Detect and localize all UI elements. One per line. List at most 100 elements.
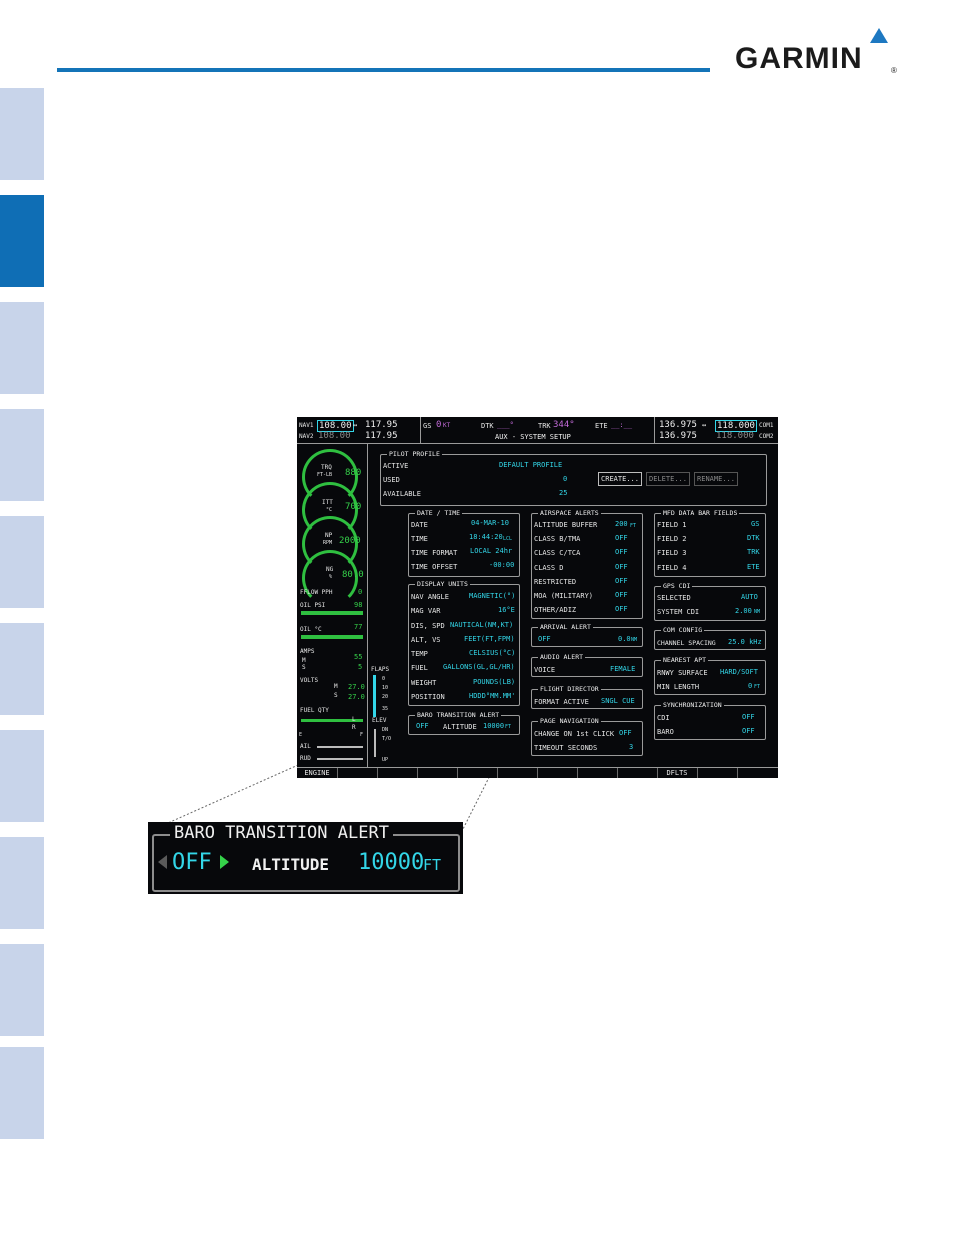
min-length-unit: FT <box>754 684 761 690</box>
data-bar-field-value[interactable]: DTK <box>747 534 760 542</box>
fuel-r-label: R <box>352 724 356 731</box>
sync-cdi-value[interactable]: OFF <box>742 713 755 721</box>
fd-format-value[interactable]: SNGL CUE <box>601 697 635 705</box>
change-click-value[interactable]: OFF <box>619 729 632 737</box>
timeout-value[interactable]: 3 <box>629 743 633 751</box>
fuel-f-label: F <box>360 732 364 738</box>
softkey-3[interactable] <box>377 768 418 778</box>
mfd-data-bar-title: MFD DATA BAR FIELDS <box>661 509 740 517</box>
volts-s-label: S <box>334 692 338 699</box>
data-bar-field-value[interactable]: GS <box>751 520 759 528</box>
cdi-selected-value[interactable]: AUTO <box>741 593 758 601</box>
synchronization-title: SYNCHRONIZATION <box>661 701 724 709</box>
min-length-value[interactable]: 0 <box>748 682 752 690</box>
nav2-label: NAV2 <box>299 433 314 440</box>
softkey-4[interactable] <box>417 768 458 778</box>
ail-trim-bar <box>317 746 363 748</box>
channel-spacing-value[interactable]: 25.0 kHz <box>728 638 762 646</box>
airspace-alerts-title: AIRSPACE ALERTS <box>538 509 601 517</box>
date-label: DATE <box>411 521 428 529</box>
alt-vs-value[interactable]: FEET(FT,FPM) <box>464 635 515 643</box>
engine-softkey[interactable]: ENGINE <box>297 768 338 778</box>
nav-angle-value[interactable]: MAGNETIC(°) <box>469 592 515 600</box>
data-bar-field-value[interactable]: ETE <box>747 563 760 571</box>
softkey-2[interactable] <box>337 768 378 778</box>
ete-label: ETE <box>595 422 608 430</box>
airspace-row-value[interactable]: OFF <box>615 548 628 556</box>
com2-active[interactable]: 136.975 <box>659 431 697 441</box>
trq-value: 880 <box>345 468 362 478</box>
fuel-unit-value[interactable]: GALLONS(GL,GL/HR) <box>443 663 515 671</box>
temp-value[interactable]: CELSIUS(°C) <box>469 649 515 657</box>
time-unit: LCL <box>503 536 513 542</box>
voice-value[interactable]: FEMALE <box>610 665 635 673</box>
time-offset-label: TIME OFFSET <box>411 563 458 571</box>
altitude-buffer-value[interactable]: 200 <box>615 520 628 528</box>
softkey-6[interactable] <box>497 768 538 778</box>
arrival-alert-value[interactable]: 0.0 <box>618 635 631 643</box>
oilc-value: 77 <box>354 623 363 631</box>
position-value[interactable]: HDDD°MM.MM' <box>469 692 515 700</box>
profile-active-value[interactable]: DEFAULT PROFILE <box>499 461 562 469</box>
softkey-8[interactable] <box>577 768 618 778</box>
inset-altitude-value[interactable]: 10000 <box>358 850 424 876</box>
softkey-12[interactable] <box>737 768 778 778</box>
elev-label: ELEV <box>372 717 387 724</box>
airspace-row-value[interactable]: OFF <box>615 534 628 542</box>
delete-profile-button[interactable]: DELETE... <box>646 472 690 486</box>
dflts-softkey[interactable]: DFLTS <box>657 768 698 778</box>
airspace-row-label: MOA (MILITARY) <box>534 592 594 600</box>
time-offset-value[interactable]: -00:00 <box>489 561 514 569</box>
itt-value: 700 <box>345 502 362 512</box>
fflow-label: FFLOW PPH <box>300 589 333 596</box>
airspace-row-value[interactable]: OFF <box>615 577 628 585</box>
runway-surface-value[interactable]: HARD/SOFT <box>720 668 758 676</box>
weight-value[interactable]: POUNDS(LB) <box>473 678 515 686</box>
softkey-7[interactable] <box>537 768 578 778</box>
nav2-active[interactable]: 108.00 <box>318 431 351 441</box>
airspace-row-value[interactable]: OFF <box>615 605 628 613</box>
data-bar-field-value[interactable]: TRK <box>747 548 760 556</box>
airspace-row-value[interactable]: OFF <box>615 563 628 571</box>
amps-s-label: S <box>302 664 306 671</box>
sync-baro-value[interactable]: OFF <box>742 727 755 735</box>
dtk-label: DTK <box>481 422 494 430</box>
baro-alert-altitude-value[interactable]: 10000 <box>483 722 504 730</box>
nav1-standby[interactable]: 117.95 <box>365 420 398 430</box>
top-bar-sep-left <box>420 417 421 443</box>
dis-spd-value[interactable]: NAUTICAL(NM,KT) <box>450 621 513 629</box>
softkey-9[interactable] <box>617 768 658 778</box>
inset-state[interactable]: OFF <box>172 850 212 876</box>
rename-profile-button[interactable]: RENAME... <box>694 472 738 486</box>
create-profile-button[interactable]: CREATE... <box>598 472 642 486</box>
airspace-row-label: RESTRICTED <box>534 578 577 586</box>
softkey-11[interactable] <box>697 768 738 778</box>
rud-label: RUD <box>300 755 311 762</box>
inset-title: BARO TRANSITION ALERT <box>170 822 393 844</box>
time-format-value[interactable]: LOCAL 24hr <box>470 547 512 555</box>
baro-alert-state[interactable]: OFF <box>416 722 429 730</box>
nearest-apt-title: NEAREST APT <box>661 656 709 664</box>
softkey-5[interactable] <box>457 768 498 778</box>
airspace-row-value[interactable]: OFF <box>615 591 628 599</box>
rud-trim-bar <box>317 758 363 760</box>
mag-var-value: 16°E <box>498 606 515 614</box>
com1-active[interactable]: 136.975 <box>659 420 697 430</box>
sync-baro-label: BARO <box>657 728 674 736</box>
temp-label: TEMP <box>411 650 428 658</box>
display-units-title: DISPLAY UNITS <box>415 580 470 588</box>
time-value: 18:44:20 <box>469 533 503 541</box>
inset-left-arrow-icon[interactable] <box>158 855 167 869</box>
date-value[interactable]: 04-MAR-10 <box>471 519 509 527</box>
runway-surface-label: RNWY SURFACE <box>657 669 708 677</box>
dtk-value: ___° <box>497 421 514 429</box>
time-format-label: TIME FORMAT <box>411 549 458 557</box>
inset-right-arrow-icon[interactable] <box>220 855 229 869</box>
nav2-standby[interactable]: 117.95 <box>365 431 398 441</box>
arrival-alert-state[interactable]: OFF <box>538 635 551 643</box>
com2-standby[interactable]: 118.000 <box>716 431 754 441</box>
alt-vs-label: ALT, VS <box>411 636 441 644</box>
fuel-l-label: L <box>352 716 356 723</box>
gs-value: 0 <box>436 420 442 430</box>
flaps-tick-10: 10 <box>382 685 389 691</box>
